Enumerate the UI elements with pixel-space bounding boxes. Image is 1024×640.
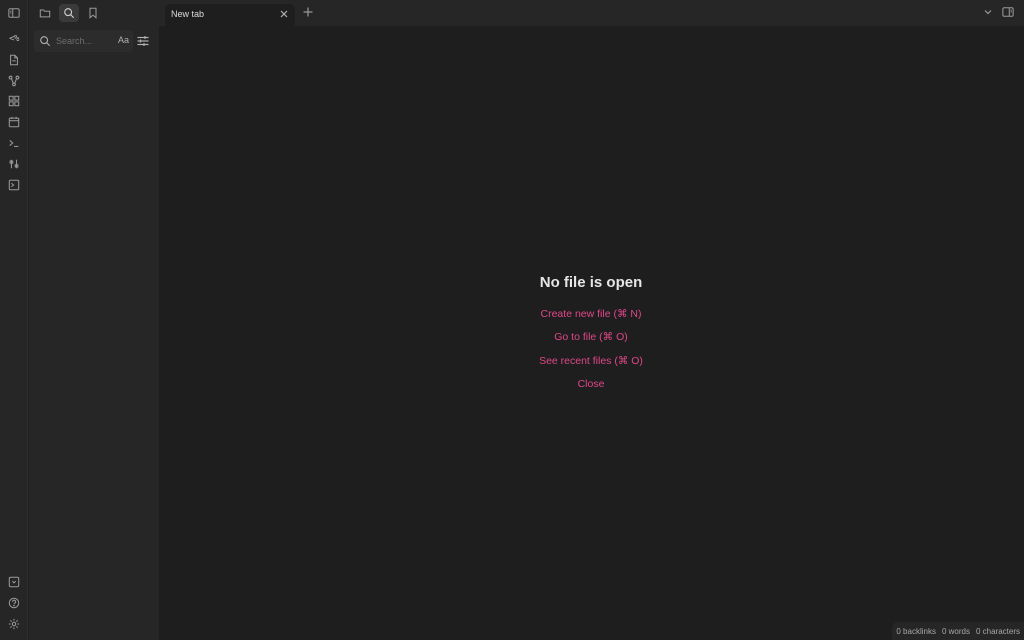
graph-icon[interactable]	[4, 71, 24, 91]
terminal-icon[interactable]	[4, 175, 24, 195]
search-icon	[40, 36, 51, 47]
ribbon: <%	[0, 0, 28, 640]
tab-new-tab[interactable]: New tab	[165, 4, 295, 26]
match-case-toggle[interactable]: Aa	[118, 35, 129, 45]
status-bar: 0 backlinks 0 words 0 characters	[892, 622, 1024, 640]
search-row: Aa	[29, 30, 159, 52]
files-icon[interactable]	[35, 4, 55, 22]
editor-area: No file is open Create new file (⌘ N) Go…	[159, 26, 1024, 640]
bookmark-icon[interactable]	[83, 4, 103, 22]
see-recent-files-link[interactable]: See recent files (⌘ O)	[159, 354, 1023, 377]
search-input[interactable]	[56, 33, 114, 49]
new-file-icon[interactable]	[4, 50, 24, 70]
vault-switcher-icon[interactable]	[4, 572, 24, 592]
calendar-icon[interactable]	[4, 112, 24, 132]
close-icon[interactable]	[279, 9, 289, 19]
left-sidebar: Aa	[29, 0, 159, 640]
left-sidebar-tabs	[29, 0, 159, 26]
command-palette-icon[interactable]	[4, 133, 24, 153]
go-to-file-link[interactable]: Go to file (⌘ O)	[159, 330, 1023, 353]
slides-icon[interactable]	[4, 154, 24, 174]
close-link[interactable]: Close	[159, 377, 1023, 400]
tab-title: New tab	[171, 9, 205, 19]
help-icon[interactable]	[4, 593, 24, 613]
search-icon[interactable]	[59, 4, 79, 22]
plus-icon[interactable]	[302, 6, 314, 18]
empty-state: No file is open Create new file (⌘ N) Go…	[159, 274, 1023, 400]
sidebar-toggle-icon[interactable]	[4, 3, 24, 23]
right-sidebar-toggle-icon[interactable]	[1002, 6, 1014, 18]
character-count: 0 characters	[975, 626, 1020, 636]
tab-bar: New tab	[159, 0, 1024, 26]
canvas-icon[interactable]	[4, 91, 24, 111]
backlinks-count[interactable]: 0 backlinks	[896, 627, 936, 636]
templater-icon[interactable]: <%	[4, 29, 24, 49]
create-new-file-link[interactable]: Create new file (⌘ N)	[159, 307, 1023, 330]
search-settings-icon[interactable]	[136, 34, 150, 48]
settings-icon[interactable]	[4, 614, 24, 634]
search-box[interactable]: Aa	[34, 30, 133, 52]
word-count: 0 words	[941, 626, 970, 636]
chevron-down-icon[interactable]	[983, 7, 993, 17]
empty-state-title: No file is open	[539, 274, 643, 291]
